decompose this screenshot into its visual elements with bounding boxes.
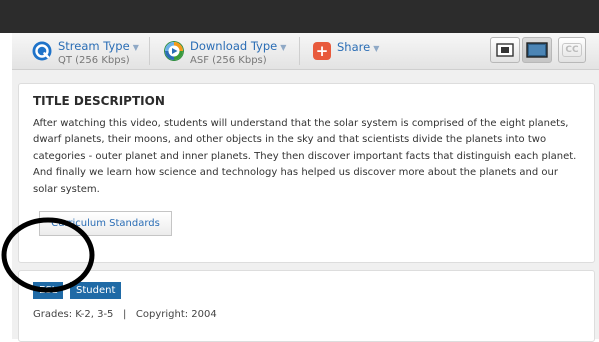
closed-caption-icon: CC: [562, 43, 582, 57]
toolbar-divider: [149, 37, 150, 65]
chevron-down-icon: ▼: [132, 43, 139, 52]
description-text: After watching this video, students will…: [33, 118, 577, 195]
copyright-text: Copyright: 2004: [135, 309, 217, 320]
title-description-panel: TITLE DESCRIPTION After watching this vi…: [18, 83, 595, 263]
download-type-menu[interactable]: Download Type ▼ ASF (256 Kbps): [164, 35, 286, 67]
plus-icon: +: [313, 42, 331, 60]
quicktime-icon: [32, 41, 52, 61]
chevron-down-icon: ▼: [280, 43, 287, 52]
chevron-down-icon: ▼: [373, 43, 380, 53]
cc-button[interactable]: CC: [558, 37, 586, 63]
separator: |: [122, 309, 127, 320]
media-player-icon: [164, 41, 184, 61]
toolbar-divider: [299, 37, 300, 65]
top-bar: [0, 0, 599, 33]
fullscreen-view-button[interactable]: [490, 37, 520, 63]
stream-type-value: QT (256 Kbps): [58, 55, 130, 66]
download-type-value: ASF (256 Kbps): [190, 55, 267, 66]
grades-copyright-line: Grades: K-2, 3-5 | Copyright: 2004: [33, 309, 217, 320]
stream-type-menu[interactable]: Stream Type ▼ QT (256 Kbps): [32, 35, 139, 67]
hand-drawn-circle-annotation: [1, 217, 95, 293]
fullscreen-icon: [496, 43, 514, 57]
standard-view-button[interactable]: [522, 37, 552, 63]
media-toolbar: Stream Type ▼ QT (256 Kbps) Download Type…: [12, 33, 599, 70]
screen-icon: [526, 42, 548, 58]
share-menu[interactable]: + Share ▼: [313, 35, 379, 67]
video-info-frame: Stream Type ▼ QT (256 Kbps) Download Type…: [12, 33, 599, 342]
section-title: TITLE DESCRIPTION: [33, 94, 165, 108]
share-label[interactable]: Share: [337, 40, 370, 54]
metadata-panel: ESL Student Grades: K-2, 3-5 | Copyright…: [18, 270, 595, 342]
download-type-label[interactable]: Download Type: [190, 39, 277, 53]
grades-text: Grades: K-2, 3-5: [33, 309, 114, 320]
stream-type-label[interactable]: Stream Type: [58, 39, 130, 53]
